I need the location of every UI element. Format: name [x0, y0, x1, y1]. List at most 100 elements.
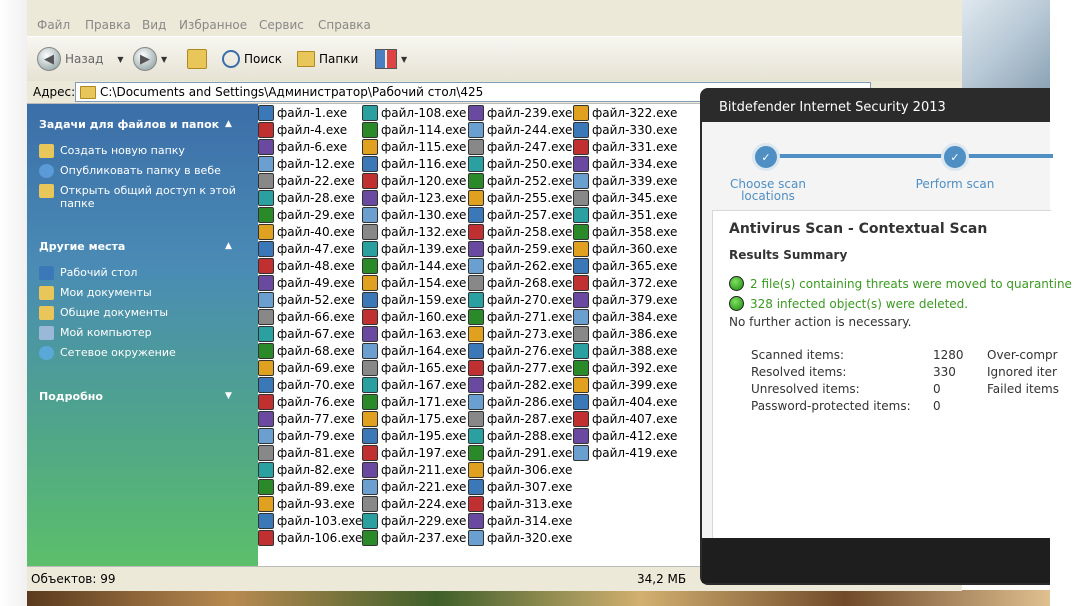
file-item[interactable]: файл-69.exe	[258, 359, 355, 376]
file-item[interactable]: файл-314.exe	[468, 512, 572, 529]
file-item[interactable]: файл-1.exe	[258, 104, 347, 121]
file-item[interactable]: файл-258.exe	[468, 223, 572, 240]
file-item[interactable]: файл-103.exe	[258, 512, 362, 529]
file-item[interactable]: файл-159.exe	[362, 291, 466, 308]
file-item[interactable]: файл-229.exe	[362, 512, 466, 529]
file-item[interactable]: файл-77.exe	[258, 410, 355, 427]
file-item[interactable]: файл-123.exe	[362, 189, 466, 206]
file-item[interactable]: файл-288.exe	[468, 427, 572, 444]
file-item[interactable]: файл-120.exe	[362, 172, 466, 189]
file-item[interactable]: файл-313.exe	[468, 495, 572, 512]
task-publish-web[interactable]: Опубликовать папку в вебе	[39, 164, 239, 178]
folders-button[interactable]: Папки	[297, 47, 358, 71]
file-item[interactable]: файл-164.exe	[362, 342, 466, 359]
file-item[interactable]: файл-250.exe	[468, 155, 572, 172]
file-item[interactable]: файл-163.exe	[362, 325, 466, 342]
menu-view[interactable]: Вид	[142, 18, 166, 32]
file-item[interactable]: файл-68.exe	[258, 342, 355, 359]
file-item[interactable]: файл-106.exe	[258, 529, 362, 546]
menu-file[interactable]: Файл	[37, 18, 70, 32]
file-item[interactable]: файл-407.exe	[573, 410, 677, 427]
menu-favorites[interactable]: Избранное	[179, 18, 247, 32]
file-item[interactable]: файл-404.exe	[573, 393, 677, 410]
file-item[interactable]: файл-351.exe	[573, 206, 677, 223]
file-item[interactable]: файл-386.exe	[573, 325, 677, 342]
file-item[interactable]: файл-29.exe	[258, 206, 355, 223]
forward-button[interactable]: ▶ ▼	[133, 47, 167, 71]
file-item[interactable]: файл-4.exe	[258, 121, 347, 138]
file-item[interactable]: файл-139.exe	[362, 240, 466, 257]
file-item[interactable]: файл-286.exe	[468, 393, 572, 410]
details-header[interactable]: Подробно	[39, 390, 103, 403]
task-new-folder[interactable]: Создать новую папку	[39, 144, 239, 158]
file-item[interactable]: файл-277.exe	[468, 359, 572, 376]
file-item[interactable]: файл-79.exe	[258, 427, 355, 444]
up-folder-button[interactable]	[187, 47, 207, 71]
tasks-header[interactable]: Задачи для файлов и папок	[39, 118, 219, 131]
file-item[interactable]: файл-273.exe	[468, 325, 572, 342]
file-item[interactable]: файл-6.exe	[258, 138, 347, 155]
file-item[interactable]: файл-237.exe	[362, 529, 466, 546]
file-item[interactable]: файл-93.exe	[258, 495, 355, 512]
file-item[interactable]: файл-108.exe	[362, 104, 466, 121]
file-item[interactable]: файл-257.exe	[468, 206, 572, 223]
file-item[interactable]: файл-244.exe	[468, 121, 572, 138]
file-item[interactable]: файл-22.exe	[258, 172, 355, 189]
file-item[interactable]: файл-282.exe	[468, 376, 572, 393]
file-item[interactable]: файл-40.exe	[258, 223, 355, 240]
file-item[interactable]: файл-28.exe	[258, 189, 355, 206]
menu-tools[interactable]: Сервис	[259, 18, 304, 32]
file-item[interactable]: файл-259.exe	[468, 240, 572, 257]
menu-edit[interactable]: Правка	[85, 18, 131, 32]
file-item[interactable]: файл-239.exe	[468, 104, 572, 121]
place-shared-documents[interactable]: Общие документы	[39, 306, 239, 320]
file-item[interactable]: файл-330.exe	[573, 121, 677, 138]
place-desktop[interactable]: Рабочий стол	[39, 266, 239, 280]
file-item[interactable]: файл-115.exe	[362, 138, 466, 155]
file-item[interactable]: файл-89.exe	[258, 478, 355, 495]
file-item[interactable]: файл-399.exe	[573, 376, 677, 393]
file-item[interactable]: файл-12.exe	[258, 155, 355, 172]
file-item[interactable]: файл-384.exe	[573, 308, 677, 325]
file-item[interactable]: файл-322.exe	[573, 104, 677, 121]
file-item[interactable]: файл-372.exe	[573, 274, 677, 291]
file-item[interactable]: файл-49.exe	[258, 274, 355, 291]
chevron-down-icon[interactable]: ▼	[161, 55, 167, 64]
search-button[interactable]: Поиск	[222, 47, 282, 71]
file-item[interactable]: файл-195.exe	[362, 427, 466, 444]
place-my-computer[interactable]: Мой компьютер	[39, 326, 239, 340]
file-item[interactable]: файл-268.exe	[468, 274, 572, 291]
file-item[interactable]: файл-365.exe	[573, 257, 677, 274]
task-share-folder[interactable]: Открыть общий доступ к этой папке	[39, 184, 239, 210]
file-item[interactable]: файл-114.exe	[362, 121, 466, 138]
file-item[interactable]: файл-291.exe	[468, 444, 572, 461]
places-header[interactable]: Другие места	[39, 240, 125, 253]
file-item[interactable]: файл-331.exe	[573, 138, 677, 155]
back-button[interactable]: ◀ Назад ▼	[37, 47, 124, 71]
file-item[interactable]: файл-345.exe	[573, 189, 677, 206]
file-item[interactable]: файл-211.exe	[362, 461, 466, 478]
file-item[interactable]: файл-419.exe	[573, 444, 677, 461]
file-item[interactable]: файл-171.exe	[362, 393, 466, 410]
place-network[interactable]: Сетевое окружение	[39, 346, 239, 360]
file-item[interactable]: файл-287.exe	[468, 410, 572, 427]
file-item[interactable]: файл-197.exe	[362, 444, 466, 461]
file-item[interactable]: файл-132.exe	[362, 223, 466, 240]
file-item[interactable]: файл-67.exe	[258, 325, 355, 342]
file-item[interactable]: файл-167.exe	[362, 376, 466, 393]
file-item[interactable]: файл-175.exe	[362, 410, 466, 427]
file-item[interactable]: файл-412.exe	[573, 427, 677, 444]
file-item[interactable]: файл-144.exe	[362, 257, 466, 274]
chevron-down-icon[interactable]: ▼	[117, 55, 123, 64]
file-item[interactable]: файл-221.exe	[362, 478, 466, 495]
file-item[interactable]: файл-116.exe	[362, 155, 466, 172]
file-item[interactable]: файл-154.exe	[362, 274, 466, 291]
file-item[interactable]: файл-255.exe	[468, 189, 572, 206]
collapse-icon[interactable]: ▲	[225, 241, 232, 251]
collapse-icon[interactable]: ▲	[225, 119, 232, 129]
file-item[interactable]: файл-388.exe	[573, 342, 677, 359]
file-item[interactable]: файл-271.exe	[468, 308, 572, 325]
file-item[interactable]: файл-130.exe	[362, 206, 466, 223]
file-item[interactable]: файл-47.exe	[258, 240, 355, 257]
file-item[interactable]: файл-339.exe	[573, 172, 677, 189]
